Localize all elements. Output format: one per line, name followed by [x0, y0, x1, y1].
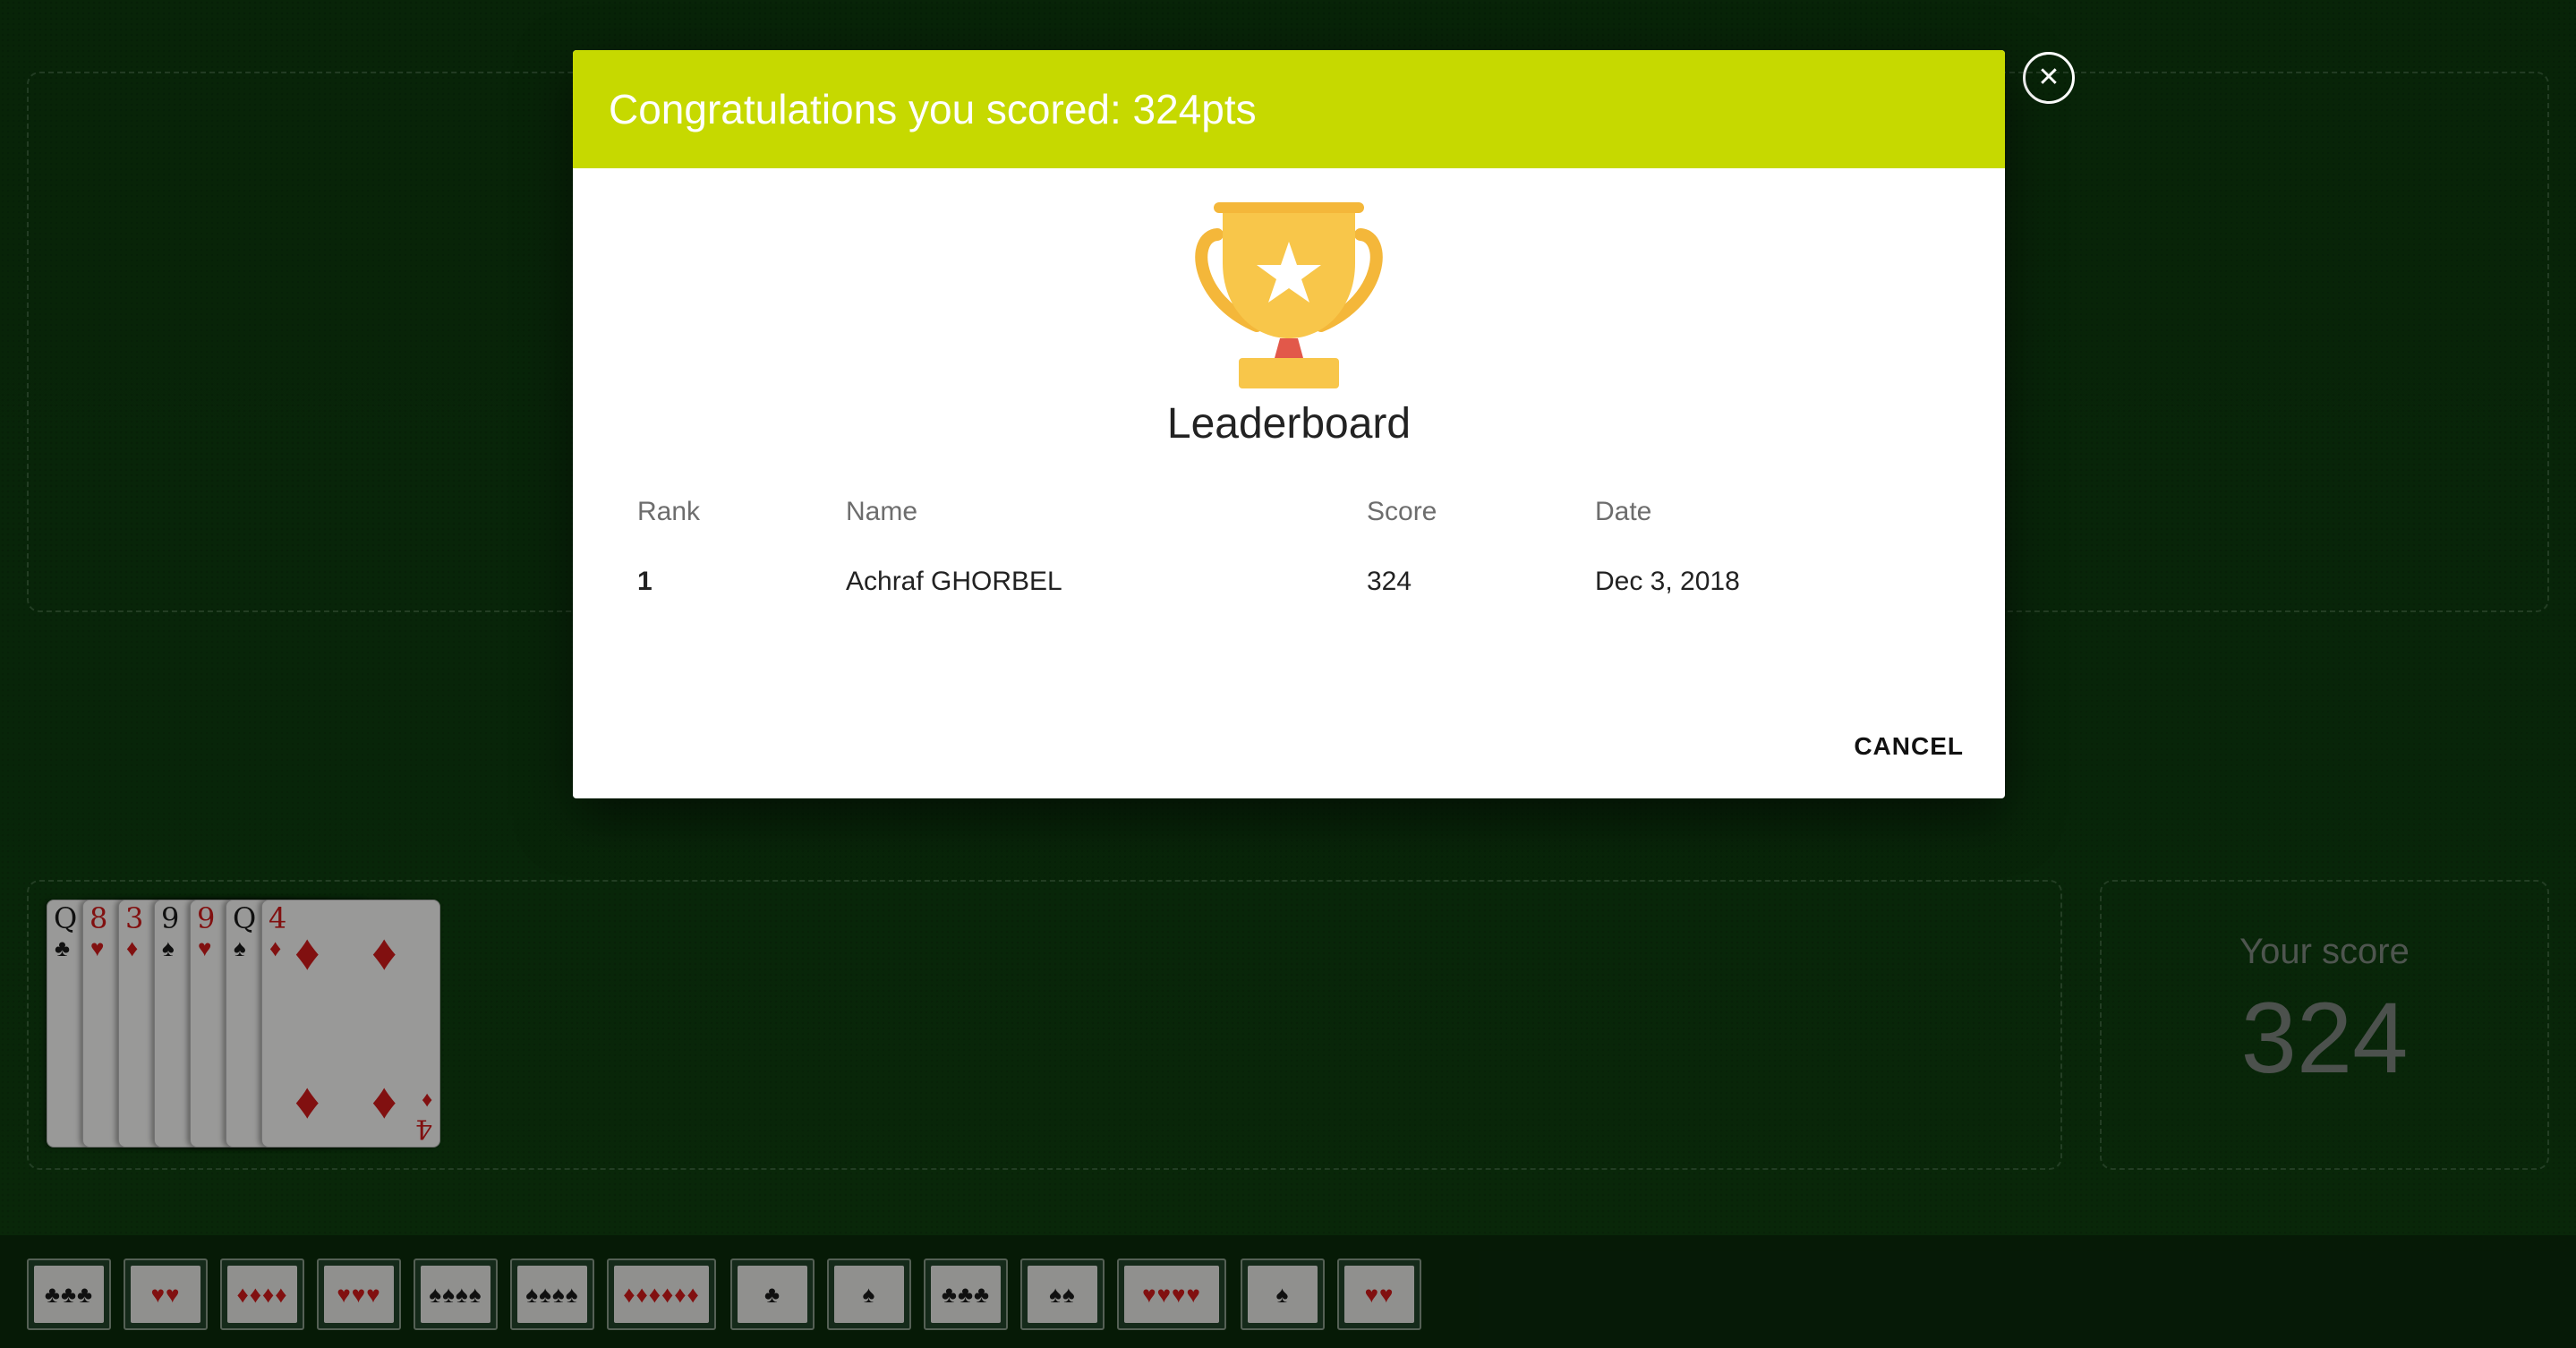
cancel-button[interactable]: CANCEL — [1843, 721, 1975, 772]
column-header-date: Date — [1595, 497, 1652, 526]
name-cell: Achraf GHORBEL — [846, 567, 1062, 596]
score-cell: 324 — [1367, 567, 1412, 596]
leaderboard-table: Rank Name Score Date 1 Achraf GHORBEL 32… — [637, 485, 1944, 625]
rank-cell: 1 — [637, 567, 653, 596]
leaderboard-dialog: Congratulations you scored: 324pts Leade… — [573, 50, 2005, 798]
close-icon[interactable]: ✕ — [2023, 52, 2075, 104]
dialog-title: Congratulations you scored: 324pts — [609, 86, 1257, 132]
trophy-icon — [1195, 202, 1383, 388]
column-header-score: Score — [1367, 497, 1437, 526]
column-header-name: Name — [846, 497, 918, 526]
date-cell: Dec 3, 2018 — [1595, 567, 1740, 596]
column-header-rank: Rank — [637, 497, 701, 526]
leaderboard-title: Leaderboard — [1166, 400, 1412, 448]
dialog-header: Congratulations you scored: 324pts — [573, 50, 2005, 168]
table-header-row: Rank Name Score Date — [637, 485, 1944, 539]
table-row: 1 Achraf GHORBEL 324 Dec 3, 2018 — [637, 539, 1944, 625]
